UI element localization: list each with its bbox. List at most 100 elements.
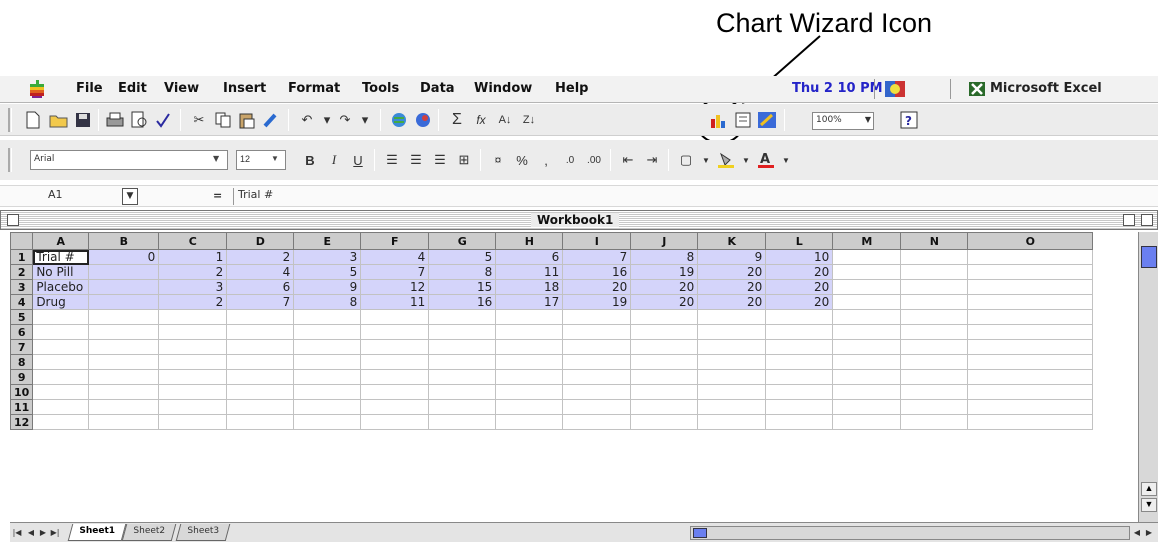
grid-cell[interactable] bbox=[765, 339, 834, 355]
grid-cell[interactable] bbox=[495, 354, 564, 370]
grid-cell[interactable] bbox=[765, 309, 834, 325]
grid-cell[interactable] bbox=[158, 414, 228, 430]
chart-wizard-icon[interactable] bbox=[708, 109, 730, 131]
first-sheet-arrow-icon[interactable]: |◀ bbox=[12, 526, 22, 540]
grid-cell[interactable] bbox=[360, 309, 430, 325]
grid-cell[interactable] bbox=[495, 324, 564, 340]
grid-cell[interactable] bbox=[360, 339, 430, 355]
grid-cell[interactable] bbox=[226, 339, 295, 355]
application-menu-icon[interactable] bbox=[884, 80, 906, 98]
grid-cell[interactable] bbox=[32, 384, 90, 400]
grid-cell[interactable] bbox=[158, 369, 228, 385]
grid-cell[interactable] bbox=[293, 324, 362, 340]
undo-icon[interactable]: ↶ bbox=[296, 109, 318, 131]
save-disk-icon[interactable] bbox=[72, 109, 94, 131]
grid-cell[interactable] bbox=[900, 249, 969, 265]
grid-cell[interactable] bbox=[697, 309, 767, 325]
grid-cell[interactable]: 20 bbox=[697, 294, 767, 310]
row-header[interactable]: 11 bbox=[9, 399, 34, 415]
grid-cell[interactable] bbox=[495, 339, 564, 355]
grid-cell[interactable]: Placebo bbox=[32, 279, 90, 295]
fill-color-dropdown-icon[interactable]: ▼ bbox=[736, 150, 756, 170]
web-toolbar-icon[interactable] bbox=[412, 109, 434, 131]
grid-cell[interactable]: 3 bbox=[158, 279, 228, 295]
grid-cell[interactable] bbox=[630, 354, 699, 370]
autosum-icon[interactable]: Σ bbox=[446, 109, 468, 131]
grid-cell[interactable] bbox=[562, 324, 632, 340]
grid-cell[interactable] bbox=[360, 369, 430, 385]
currency-icon[interactable]: ¤ bbox=[488, 150, 508, 170]
grid-cell[interactable] bbox=[88, 294, 160, 310]
grid-cell[interactable] bbox=[967, 354, 1094, 370]
app-name[interactable]: Microsoft Excel bbox=[990, 81, 1102, 96]
font-size-select[interactable]: 12 ▼ bbox=[236, 150, 286, 170]
borders-icon[interactable]: ▢ bbox=[676, 150, 696, 170]
grid-cell[interactable] bbox=[967, 249, 1094, 265]
grid-cell[interactable] bbox=[697, 384, 767, 400]
grid-cell[interactable] bbox=[967, 309, 1094, 325]
grid-cell[interactable] bbox=[428, 354, 497, 370]
chevron-down-icon[interactable]: ▼ bbox=[122, 188, 138, 205]
sort-ascending-icon[interactable]: A↓ bbox=[494, 109, 516, 131]
grid-cell[interactable] bbox=[158, 384, 228, 400]
grid-cell[interactable]: Drug bbox=[32, 294, 90, 310]
grid-cell[interactable] bbox=[360, 399, 430, 415]
grid-cell[interactable] bbox=[428, 309, 497, 325]
last-sheet-arrow-icon[interactable]: ▶| bbox=[50, 526, 60, 540]
grid-cell[interactable] bbox=[226, 309, 295, 325]
grid-cell[interactable] bbox=[88, 354, 160, 370]
grid-cell[interactable]: 19 bbox=[562, 294, 632, 310]
grid-cell[interactable] bbox=[88, 369, 160, 385]
grid-cell[interactable]: No Pill bbox=[32, 264, 90, 280]
grid-cell[interactable]: 4 bbox=[226, 264, 295, 280]
grid-cell[interactable] bbox=[360, 324, 430, 340]
grid-cell[interactable] bbox=[832, 384, 902, 400]
grid-cell[interactable] bbox=[428, 384, 497, 400]
next-sheet-arrow-icon[interactable]: ▶ bbox=[38, 526, 48, 540]
grid-cell[interactable] bbox=[832, 414, 902, 430]
grid-cell[interactable]: 7 bbox=[562, 249, 632, 265]
column-header[interactable]: O bbox=[967, 232, 1094, 250]
grid-cell[interactable] bbox=[562, 414, 632, 430]
grid-cell[interactable]: 6 bbox=[226, 279, 295, 295]
grid-cell[interactable] bbox=[900, 279, 969, 295]
grid-cell[interactable]: 20 bbox=[630, 294, 699, 310]
grid-cell[interactable] bbox=[32, 399, 90, 415]
grid-cell[interactable] bbox=[428, 414, 497, 430]
grid-cell[interactable] bbox=[158, 324, 228, 340]
grid-cell[interactable] bbox=[832, 399, 902, 415]
grid-cell[interactable] bbox=[32, 339, 90, 355]
menu-format[interactable]: Format bbox=[288, 81, 340, 96]
paste-clipboard-icon[interactable] bbox=[236, 109, 258, 131]
grid-cell[interactable] bbox=[226, 354, 295, 370]
grid-cell[interactable]: 15 bbox=[428, 279, 497, 295]
grid-cell[interactable]: 20 bbox=[697, 264, 767, 280]
grid-cell[interactable] bbox=[428, 339, 497, 355]
grid-cell[interactable] bbox=[293, 354, 362, 370]
grid-cell[interactable] bbox=[630, 339, 699, 355]
grid-cell[interactable] bbox=[293, 414, 362, 430]
previous-sheet-arrow-icon[interactable]: ◀ bbox=[26, 526, 36, 540]
grid-cell[interactable]: 6 bbox=[495, 249, 564, 265]
grid-cell[interactable] bbox=[832, 249, 902, 265]
grid-cell[interactable] bbox=[967, 414, 1094, 430]
column-header[interactable]: A bbox=[32, 232, 90, 250]
grid-cell[interactable] bbox=[900, 309, 969, 325]
grid-cell[interactable] bbox=[158, 399, 228, 415]
sheet-tab[interactable]: Sheet3 bbox=[175, 524, 231, 541]
grid-cell[interactable] bbox=[832, 294, 902, 310]
grid-cell[interactable] bbox=[226, 324, 295, 340]
column-header[interactable]: H bbox=[495, 232, 564, 250]
row-header[interactable]: 5 bbox=[9, 309, 34, 325]
grid-cell[interactable]: 7 bbox=[360, 264, 430, 280]
grid-cell[interactable]: 20 bbox=[562, 279, 632, 295]
column-header[interactable]: I bbox=[562, 232, 632, 250]
grid-cell[interactable] bbox=[360, 354, 430, 370]
grid-cell[interactable] bbox=[32, 414, 90, 430]
grid-cell[interactable] bbox=[832, 369, 902, 385]
office-assistant-icon[interactable]: ? bbox=[898, 109, 920, 131]
grid-cell[interactable] bbox=[88, 324, 160, 340]
grid-cell[interactable] bbox=[765, 414, 834, 430]
print-preview-icon[interactable] bbox=[128, 109, 150, 131]
column-header[interactable]: G bbox=[428, 232, 497, 250]
